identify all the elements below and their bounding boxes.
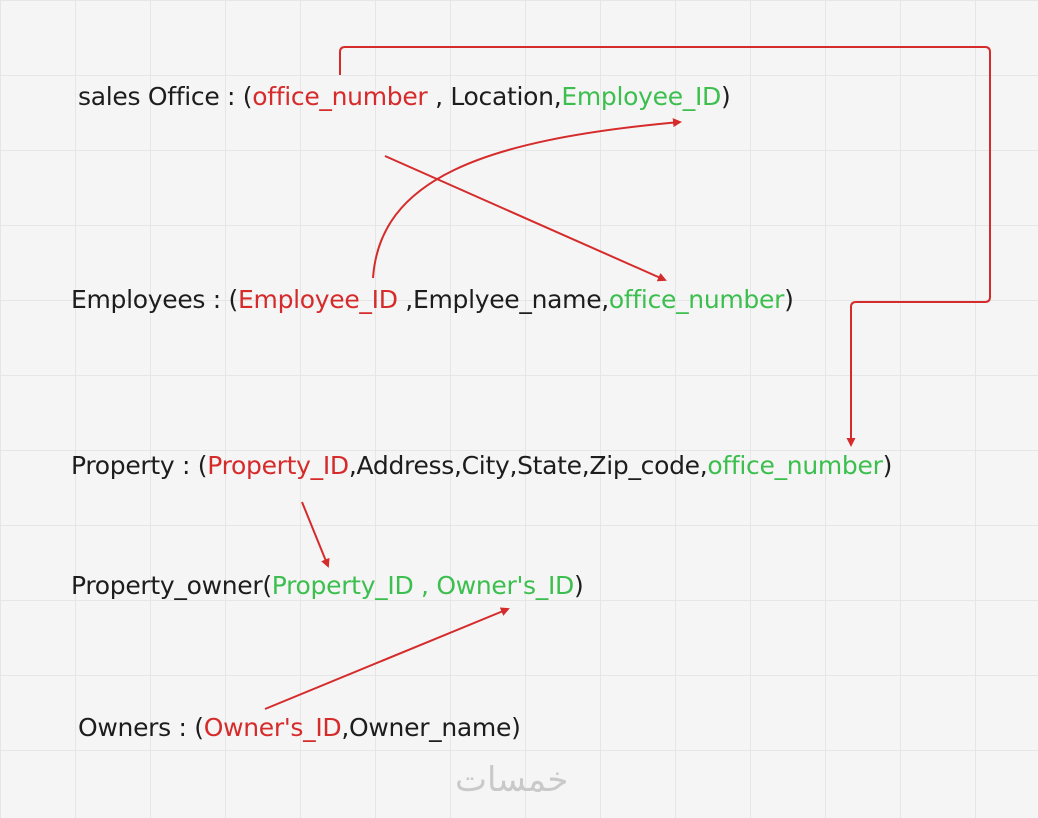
- attributes: ,Emplyee_name,: [397, 285, 609, 314]
- foreign-key: office_number: [707, 451, 883, 480]
- foreign-key: Property_ID , Owner's_ID: [271, 571, 575, 600]
- arrow-employee-id-to-sales-office: [372, 118, 682, 279]
- attributes: ,Address,City,State,Zip_code,: [348, 451, 708, 480]
- arrow-property-id-to-property-owner: [301, 501, 330, 568]
- relation-property: Property : (Property_ID,Address,City,Sta…: [71, 451, 892, 480]
- arrow-owners-id-to-property-owner: [264, 607, 510, 710]
- relation-sales-office: sales Office : (office_number , Location…: [78, 82, 731, 111]
- foreign-key: office_number: [608, 285, 785, 314]
- relation-suffix: ): [784, 285, 794, 314]
- relation-prefix: Property : (: [71, 451, 208, 480]
- primary-key: Property_ID: [207, 451, 349, 480]
- relation-prefix: Employees : (: [71, 285, 239, 314]
- relationship-arrows: [264, 46, 991, 710]
- arrow-office-number-to-employees: [384, 155, 667, 282]
- primary-key: Employee_ID: [238, 285, 398, 314]
- foreign-key: Employee_ID: [561, 82, 721, 111]
- relation-suffix: ): [574, 571, 584, 600]
- relation-prefix: sales Office : (: [78, 82, 253, 111]
- relation-prefix: Property_owner(: [71, 571, 272, 600]
- primary-key: Owner's_ID: [203, 713, 342, 742]
- watermark-logo: خمسات: [455, 760, 569, 800]
- relation-suffix: ): [721, 82, 731, 111]
- relation-owners: Owners : (Owner's_ID,Owner_name): [78, 713, 521, 742]
- relation-suffix: ,Owner_name): [341, 713, 521, 742]
- relation-suffix: ): [882, 451, 893, 480]
- relation-employees: Employees : (Employee_ID ,Emplyee_name,o…: [71, 285, 794, 314]
- relation-prefix: Owners : (: [78, 713, 204, 742]
- attributes: , Location,: [427, 82, 562, 111]
- relation-property-owner: Property_owner(Property_ID , Owner's_ID): [71, 571, 584, 600]
- primary-key: office_number: [252, 82, 428, 111]
